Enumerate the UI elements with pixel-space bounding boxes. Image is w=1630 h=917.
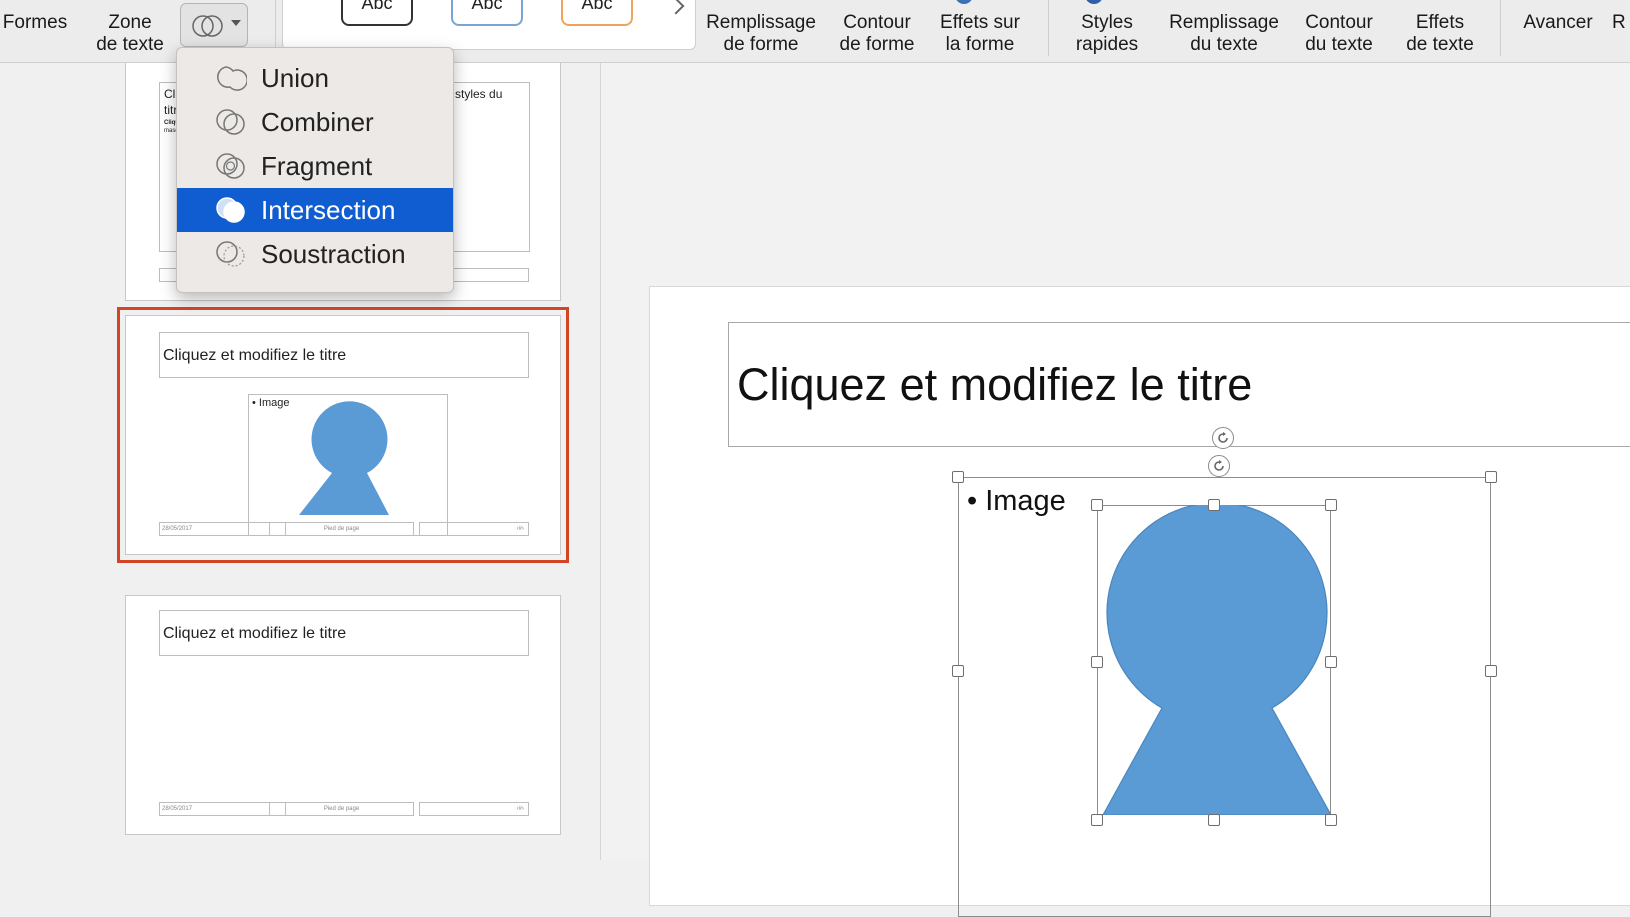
resize-handle[interactable] (1485, 665, 1497, 677)
shapes-button[interactable]: Formes (0, 12, 70, 34)
menu-item-label: Intersection (261, 195, 396, 225)
menu-item-label: Fragment (261, 151, 373, 181)
shape-outline-button[interactable]: Contour de forme (832, 12, 922, 56)
merge-shapes-menu: Union Combiner Fragment Intersection Sou… (176, 47, 454, 293)
content-bullet: • Image (967, 485, 1066, 517)
menu-item-combine[interactable]: Combiner (177, 100, 453, 144)
keyhole-shape-thumb (299, 401, 389, 515)
resize-handle[interactable] (1091, 814, 1103, 826)
chevron-down-icon (231, 20, 241, 26)
text-outline-button[interactable]: Contour du texte (1295, 12, 1383, 56)
menu-item-intersection[interactable]: Intersection (177, 188, 453, 232)
thumb-footer-date: 28/05/2017 (159, 522, 286, 536)
effects-icon (955, 0, 973, 4)
resize-handle[interactable] (1208, 814, 1220, 826)
resize-handle[interactable] (1091, 499, 1103, 511)
text-box-button[interactable]: Zone de texte (88, 12, 172, 56)
quick-styles-button[interactable]: Styles rapides (1062, 12, 1152, 56)
thumb-footer-date: 28/05/2017 (159, 802, 286, 816)
thumb-title: Cliquez et modifiez le titre (159, 610, 529, 656)
bring-forward-button[interactable]: Avancer (1512, 12, 1604, 34)
menu-item-label: Union (261, 63, 329, 93)
resize-handle[interactable] (1325, 814, 1337, 826)
shape-fill-button[interactable]: Remplissage de forme (700, 12, 822, 56)
slide-thumbnail-2[interactable]: Cliquez et modifiez le titre • Image 28/… (117, 307, 569, 563)
rotate-icon (1214, 460, 1224, 471)
resize-handle[interactable] (1325, 656, 1337, 668)
resize-handle[interactable] (1325, 499, 1337, 511)
menu-item-fragment[interactable]: Fragment (177, 144, 453, 188)
intersect-icon (216, 197, 245, 223)
quick-styles-icon (1085, 0, 1103, 4)
thumb-footer-text: Pied de page (269, 802, 414, 816)
text-fill-button[interactable]: Remplissage du texte (1160, 12, 1288, 56)
thumb-footer-text: Pied de page (269, 522, 414, 536)
thumb-footer-number: ‹#› (419, 802, 529, 816)
thumb-content-box: • Image (248, 394, 448, 536)
slide-thumbnail-3[interactable]: Cliquez et modifiez le titre 28/05/2017 … (125, 595, 561, 835)
shape-effects-button[interactable]: Effets sur la forme (928, 12, 1032, 56)
resize-handle[interactable] (1208, 499, 1220, 511)
subtract-icon (216, 241, 245, 267)
shape-style-blue[interactable]: Abc (451, 0, 523, 26)
rotate-icon (1218, 432, 1228, 443)
keyhole-shape[interactable] (1097, 505, 1337, 815)
union-icon (217, 66, 247, 91)
slide-title-placeholder[interactable]: Cliquez et modifiez le titre (728, 322, 1630, 447)
combine-icon (216, 109, 245, 135)
shape-styles-gallery: Abc Abc Abc (282, 0, 696, 50)
shape-style-orange[interactable]: Abc (561, 0, 633, 26)
divider (1048, 0, 1049, 56)
shape-style-dark[interactable]: Abc (341, 0, 413, 26)
merge-shapes-button[interactable] (180, 3, 248, 47)
merge-shapes-icon (192, 15, 223, 37)
menu-item-label: Combiner (261, 107, 374, 137)
rotate-handle[interactable] (1208, 455, 1230, 477)
resize-handle[interactable] (1091, 656, 1103, 668)
resize-handle[interactable] (952, 665, 964, 677)
resize-handle[interactable] (1485, 471, 1497, 483)
menu-item-label: Soustraction (261, 239, 406, 269)
cut-off-button-label[interactable]: R (1612, 12, 1630, 34)
text-effects-button[interactable]: Effets de texte (1390, 12, 1490, 56)
menu-item-subtract[interactable]: Soustraction (177, 232, 453, 276)
fragment-icon (216, 153, 245, 179)
rotate-handle[interactable] (1212, 427, 1234, 449)
resize-handle[interactable] (952, 471, 964, 483)
divider (1500, 0, 1501, 56)
thumb-footer-number: ‹#› (419, 522, 529, 536)
thumb-title: Cliquez et modifiez le titre (159, 332, 529, 378)
menu-item-union[interactable]: Union (177, 56, 453, 100)
